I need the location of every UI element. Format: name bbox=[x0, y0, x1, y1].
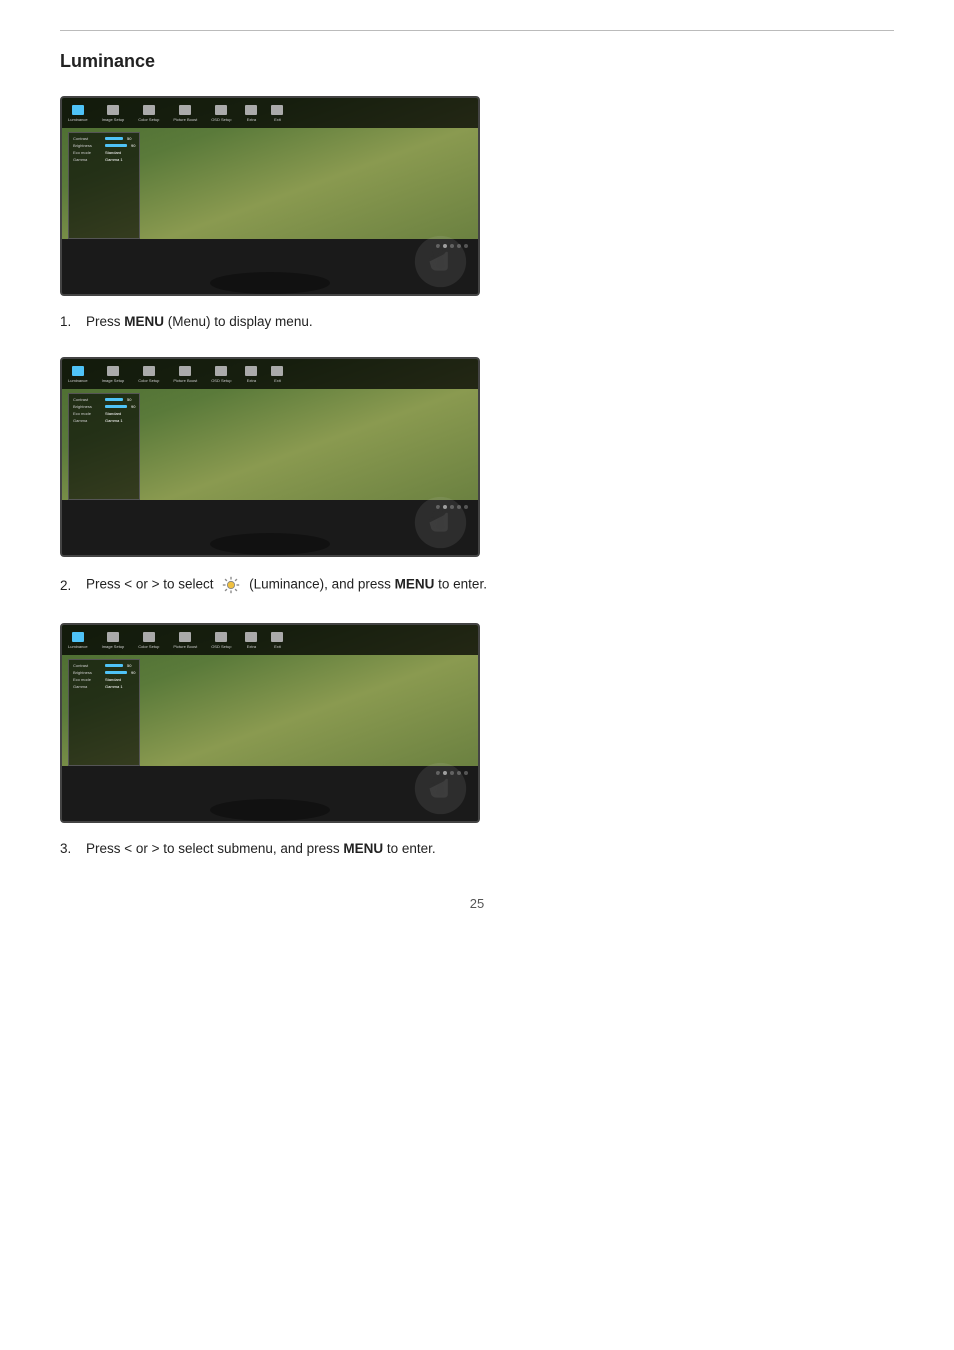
stand-base-3 bbox=[210, 799, 330, 821]
top-divider bbox=[60, 30, 894, 31]
monitor-wrapper-2: Luminance Image Setup Color Setup Pictur… bbox=[60, 357, 894, 557]
menu-bar-2: Luminance Image Setup Color Setup Pictur… bbox=[62, 359, 478, 389]
panel-row-brightness: Brightness 90 bbox=[73, 143, 135, 148]
menu-panel-3: Contrast 50 Brightness 90 Eco mode Stand… bbox=[68, 659, 140, 766]
monitor-screen-2: Luminance Image Setup Color Setup Pictur… bbox=[62, 359, 478, 504]
menu-item-colorsetup-3: Color Setup bbox=[138, 632, 159, 649]
panel-row-ecomode: Eco mode Standard bbox=[73, 150, 135, 155]
menu-bar-3: Luminance Image Setup Color Setup Pictur… bbox=[62, 625, 478, 655]
monitor-image-3: Luminance Image Setup Color Setup Pictur… bbox=[60, 623, 480, 823]
section-monitor2: Luminance Image Setup Color Setup Pictur… bbox=[60, 357, 894, 595]
page-title: Luminance bbox=[60, 51, 894, 72]
menu-icon-6 bbox=[245, 105, 257, 115]
section-monitor3: Luminance Image Setup Color Setup Pictur… bbox=[60, 623, 894, 856]
menu-item-osd-1: OSD Setup bbox=[211, 105, 231, 122]
hand-icon-1 bbox=[413, 234, 468, 289]
panel2-row2: Brightness 90 bbox=[73, 404, 135, 409]
menu-icon-1 bbox=[72, 105, 84, 115]
monitor-wrapper-1: Luminance Image Setup Color Setup Pictur… bbox=[60, 96, 894, 296]
menu-item-exit-1: Exit bbox=[271, 105, 283, 122]
hand-icon-3 bbox=[413, 761, 468, 816]
luminance-icon bbox=[221, 575, 241, 595]
panel2-row4: Gamma Gamma 1 bbox=[73, 418, 135, 423]
menu-item-osd-3: OSD Setup bbox=[211, 632, 231, 649]
content-area-3: Contrast 50 Brightness 90 Eco mode Stand… bbox=[62, 655, 478, 770]
menu-item-extra-3: Extra bbox=[245, 632, 257, 649]
menu-bar-1: Luminance Image Setup Color Setup Pictur… bbox=[62, 98, 478, 128]
menu-icon-3 bbox=[143, 105, 155, 115]
monitor-image-1: Luminance Image Setup Color Setup Pictur… bbox=[60, 96, 480, 296]
menu-item-luminance-3: Luminance bbox=[68, 632, 88, 649]
stand-neck-1 bbox=[255, 239, 285, 274]
panel3-row2: Brightness 90 bbox=[73, 670, 135, 675]
stand-base-1 bbox=[210, 272, 330, 294]
menu-item-pictureboost-2: Picture Boost bbox=[173, 366, 197, 383]
menu-icon-2 bbox=[107, 105, 119, 115]
content-area-1: Contrast 50 Brightness 90 Eco mode Stand… bbox=[62, 128, 478, 243]
panel3-row1: Contrast 50 bbox=[73, 663, 135, 668]
menu-item-exit-3: Exit bbox=[271, 632, 283, 649]
page-number: 25 bbox=[60, 896, 894, 911]
panel-row-contrast: Contrast 50 bbox=[73, 136, 135, 141]
panel2-row3: Eco mode Standard bbox=[73, 411, 135, 416]
monitor-screen-3: Luminance Image Setup Color Setup Pictur… bbox=[62, 625, 478, 770]
instruction-step2: 2. Press < or > to select (Luminance), a… bbox=[60, 575, 894, 595]
monitor-wrapper-3: Luminance Image Setup Color Setup Pictur… bbox=[60, 623, 894, 823]
hand-icon-2 bbox=[413, 495, 468, 550]
menu-item-exit-2: Exit bbox=[271, 366, 283, 383]
menu-panel-1: Contrast 50 Brightness 90 Eco mode Stand… bbox=[68, 132, 140, 239]
menu-item-colorsetup-2: Color Setup bbox=[138, 366, 159, 383]
menu-item-pictureboost-3: Picture Boost bbox=[173, 632, 197, 649]
panel3-row4: Gamma Gamma 1 bbox=[73, 684, 135, 689]
stand-neck-2 bbox=[255, 500, 285, 535]
menu-item-extra-1: Extra bbox=[245, 105, 257, 122]
instruction-step1: 1. Press MENU (Menu) to display menu. bbox=[60, 314, 894, 329]
menu-icon-5 bbox=[215, 105, 227, 115]
menu-item-colorsetup-1: Color Setup bbox=[138, 105, 159, 122]
monitor-image-2: Luminance Image Setup Color Setup Pictur… bbox=[60, 357, 480, 557]
menu-icon-4 bbox=[179, 105, 191, 115]
stand-neck-3 bbox=[255, 766, 285, 801]
instruction-step3: 3. Press < or > to select submenu, and p… bbox=[60, 841, 894, 856]
panel-row-gamma: Gamma Gamma 1 bbox=[73, 157, 135, 162]
menu-item-pictureboost-1: Picture Boost bbox=[173, 105, 197, 122]
menu-item-imagesetup-3: Image Setup bbox=[102, 632, 125, 649]
menu-item-imagesetup-2: Image Setup bbox=[102, 366, 125, 383]
content-area-2: Contrast 50 Brightness 90 Eco mode Stand… bbox=[62, 389, 478, 504]
monitor-screen-1: Luminance Image Setup Color Setup Pictur… bbox=[62, 98, 478, 243]
stand-base-2 bbox=[210, 533, 330, 555]
menu-icon-7 bbox=[271, 105, 283, 115]
menu-item-extra-2: Extra bbox=[245, 366, 257, 383]
menu-panel-2: Contrast 50 Brightness 90 Eco mode Stand… bbox=[68, 393, 140, 500]
section-monitor1: Luminance Image Setup Color Setup Pictur… bbox=[60, 96, 894, 329]
panel3-row3: Eco mode Standard bbox=[73, 677, 135, 682]
panel2-row1: Contrast 50 bbox=[73, 397, 135, 402]
menu-item-osd-2: OSD Setup bbox=[211, 366, 231, 383]
menu-item-luminance-2: Luminance bbox=[68, 366, 88, 383]
menu-item-luminance-1: Luminance bbox=[68, 105, 88, 122]
menu-item-imagesetup-1: Image Setup bbox=[102, 105, 125, 122]
